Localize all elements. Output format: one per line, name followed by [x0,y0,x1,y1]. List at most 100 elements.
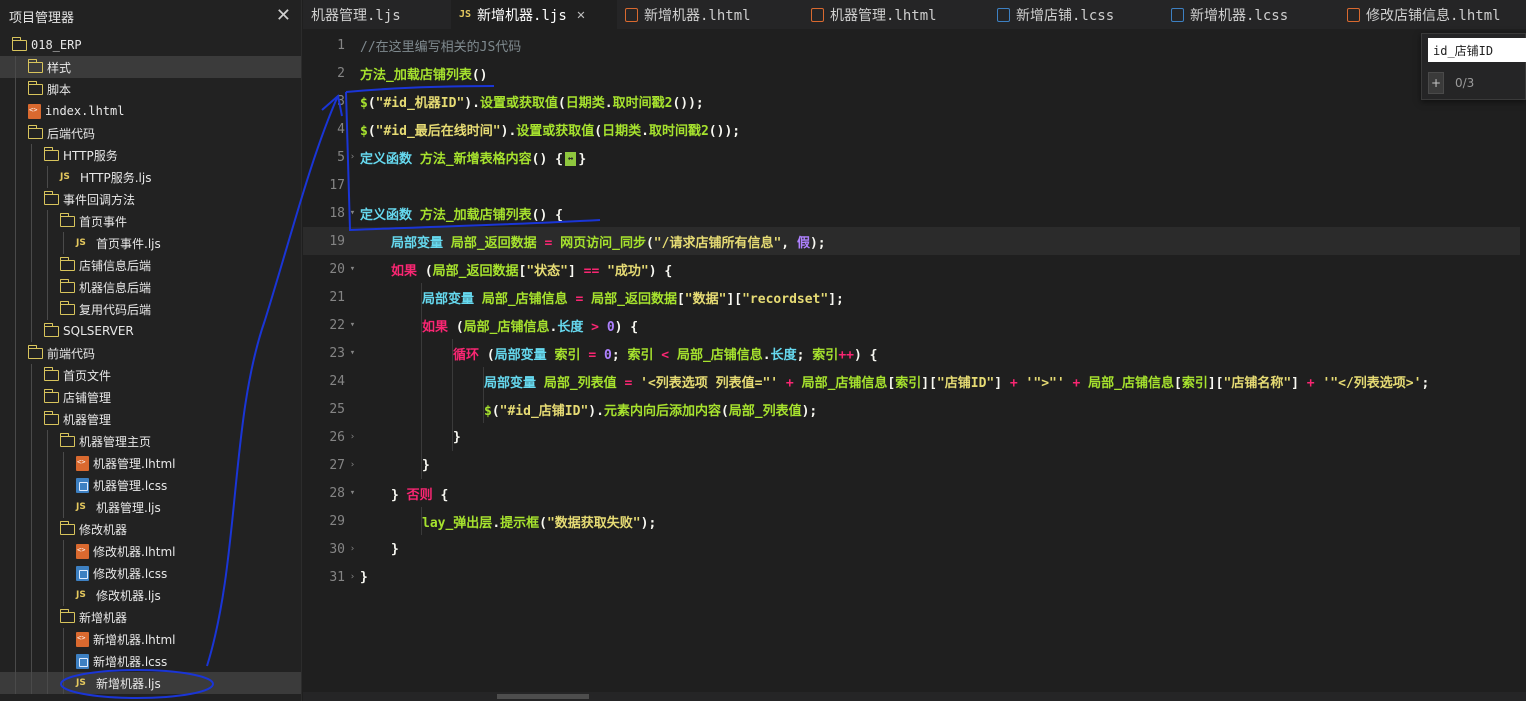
editor-tab[interactable]: 新增店铺.lcss [989,0,1163,29]
horizontal-scrollbar[interactable] [303,692,1526,701]
editor-tab[interactable]: 新增机器.lcss [1163,0,1339,29]
code-editor[interactable]: 1//在这里编写相关的JS代码 2 方法_加载店铺列表() 3 $("#id_机器ID"… [303,29,1526,701]
tree-item[interactable]: 新增机器.lcss [0,650,301,672]
code-line[interactable]: 4 $("#id_最后在线时间").设置或获取值(日期类.取时间戳2()); [303,115,1526,143]
code-token: ; [796,347,813,363]
code-line[interactable]: 28 ▾} 否则 { [303,479,1526,507]
tree-item[interactable]: 店铺管理 [0,386,301,408]
indent-guide [31,144,32,166]
code-line[interactable]: 26 ›} [303,423,1526,451]
code-token: $ [484,403,492,419]
tree-item[interactable]: 事件回调方法 [0,188,301,210]
fold-chevron-icon[interactable]: ▾ [345,208,360,218]
fold-chevron-icon[interactable]: ▾ [345,320,360,330]
code-token: . [641,123,649,139]
tree-item[interactable]: 脚本 [0,78,301,100]
code-line[interactable]: 23 ▾ 循环 (局部变量 索引 = 0; 索引 < 局部_店铺信息.长度; 索引+… [303,339,1526,367]
tree-item[interactable]: 修改机器.lcss [0,562,301,584]
tree-item[interactable]: 复用代码后端 [0,298,301,320]
code-line[interactable]: 21 局部变量 局部_店铺信息 = 局部_返回数据["数据"]["recordse… [303,283,1526,311]
tree-item[interactable]: JS HTTP服务.ljs [0,166,301,188]
fold-chevron-icon[interactable]: › [345,152,360,162]
code-line[interactable]: 3 $("#id_机器ID").设置或获取值(日期类.取时间戳2()); [303,87,1526,115]
code-token: ]; [828,291,844,307]
find-replace-toggle-button[interactable]: + [1428,72,1444,94]
tree-item[interactable]: 018_ERP [0,34,301,56]
indent-guide [15,210,16,232]
code-line[interactable]: 29 lay_弹出层.提示框("数据获取失败"); [303,507,1526,535]
tree-item[interactable]: SQLSERVER [0,320,301,342]
indent-guide [63,496,64,518]
code-line[interactable]: 19 局部变量 局部_返回数据 = 网页访问_同步("/请求店铺所有信息", 假)… [303,227,1526,255]
fold-chevron-icon[interactable]: › [345,432,360,442]
tree-item[interactable]: JS 修改机器.ljs [0,584,301,606]
code-line[interactable]: 31 ›} [303,563,1526,591]
indent-guide [31,518,32,540]
code-token: } [391,541,399,557]
tree-item[interactable]: 新增机器.lhtml [0,628,301,650]
code-line[interactable]: 5 › 定义函数 方法_新增表格内容() {↔} [303,143,1526,171]
fold-chevron-icon[interactable]: › [345,572,360,582]
fold-chevron-icon[interactable]: ▾ [345,488,360,498]
tree-item[interactable]: 修改机器.lhtml [0,540,301,562]
code-line[interactable]: 17 [303,171,1526,199]
tree-item[interactable]: index.lhtml [0,100,301,122]
code-token: ( [486,347,495,363]
editor-tab[interactable]: 新增机器.lhtml [617,0,803,29]
tree-item[interactable]: 机器管理主页 [0,430,301,452]
code-text: 如果 (局部_返回数据["状态"] == "成功") { [391,260,672,279]
find-input[interactable] [1428,38,1526,62]
fold-chevron-icon[interactable]: ▾ [345,264,360,274]
scrollbar-thumb[interactable] [497,694,589,699]
code-token: ] [567,263,584,279]
code-line[interactable]: 22 ▾ 如果 (局部_店铺信息.长度 > 0) { [303,311,1526,339]
code-line[interactable]: 1 //在这里编写相关的JS代码 [303,31,1526,59]
fold-chevron-icon[interactable]: › [345,460,360,470]
code-token: 如果 [391,263,425,279]
editor-tab[interactable]: 机器管理.ljs [303,0,451,29]
tree-item[interactable]: 首页事件 [0,210,301,232]
fold-chevron-icon[interactable]: ▾ [345,348,360,358]
close-icon[interactable]: ✕ [276,7,291,25]
tree-item[interactable]: 修改机器 [0,518,301,540]
tree-item[interactable]: 机器管理 [0,408,301,430]
tree-item[interactable]: 样式 [0,56,301,78]
code-line[interactable]: 18 ▾ 定义函数 方法_加载店铺列表() { [303,199,1526,227]
indent-guide [63,584,64,606]
code-line[interactable]: 2 方法_加载店铺列表() [303,59,1526,87]
code-line[interactable]: 25 $("#id_店铺ID").元素内向后添加内容(局部_列表值); [303,395,1526,423]
tree-item[interactable]: 店铺信息后端 [0,254,301,276]
code-line[interactable]: 24 局部变量 局部_列表值 = '<列表选项 列表值="' + 局部_店铺信息[… [303,367,1526,395]
line-number: 27 [329,457,345,473]
code-token: + [1298,375,1323,391]
code-token: ; [611,347,628,363]
code-line[interactable]: 20 ▾ 如果 (局部_返回数据["状态"] == "成功") { [303,255,1526,283]
tree-item[interactable]: HTTP服务 [0,144,301,166]
code-token: = [536,235,561,251]
editor-tab[interactable]: 修改店铺信息.lhtml [1339,0,1525,29]
code-line[interactable]: 30 ›} [303,535,1526,563]
tree-item[interactable]: JS 机器管理.ljs [0,496,301,518]
code-token: ( [594,123,603,139]
editor-tab[interactable]: JS 新增机器.ljs ✕ [451,0,617,29]
tree-item[interactable]: 后端代码 [0,122,301,144]
tree-item[interactable]: 机器管理.lcss [0,474,301,496]
tree-item[interactable]: 新增机器 [0,606,301,628]
project-manager-header: 项目管理器 ✕ [0,0,301,32]
indent-guide [63,232,64,254]
tree-item[interactable]: 机器管理.lhtml [0,452,301,474]
tree-item[interactable]: 前端代码 [0,342,301,364]
fold-chevron-icon[interactable]: › [345,544,360,554]
folder-icon [28,80,43,95]
folder-icon [60,520,75,535]
tree-item[interactable]: JS 首页事件.ljs [0,232,301,254]
code-line[interactable]: 27 ›} [303,451,1526,479]
tree-item[interactable]: 首页文件 [0,364,301,386]
tree-item[interactable]: 机器信息后端 [0,276,301,298]
close-tab-icon[interactable]: ✕ [577,7,585,23]
tab-label: 新增店铺.lcss [1016,7,1115,24]
collapsed-code-icon[interactable]: ↔ [564,152,577,166]
editor-tab[interactable]: 机器管理.lhtml [803,0,989,29]
tree-item[interactable]: JS 新增机器.ljs [0,672,301,694]
vertical-scrollbar[interactable] [1520,29,1526,691]
